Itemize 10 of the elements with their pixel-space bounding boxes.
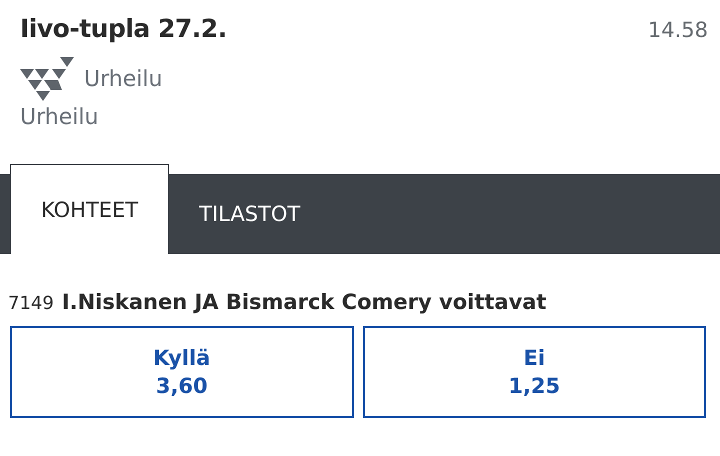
tab[interactable]: TILASTOT bbox=[169, 174, 330, 254]
odds-button[interactable]: Kyllä 3,60 bbox=[10, 326, 354, 418]
time-label: 14.58 bbox=[648, 17, 708, 43]
logo-text: Urheilu bbox=[84, 66, 162, 92]
market-number: 7149 bbox=[8, 293, 54, 314]
odds-button[interactable]: Ei 1,25 bbox=[362, 326, 706, 418]
category-label: Urheilu bbox=[19, 104, 100, 130]
tab[interactable]: KOHTEET bbox=[10, 164, 170, 254]
market-title: I.Niskanen JA Bismarck Comery voittavat bbox=[62, 290, 546, 314]
page-title: Iivo-tupla 27.2. bbox=[20, 14, 227, 43]
